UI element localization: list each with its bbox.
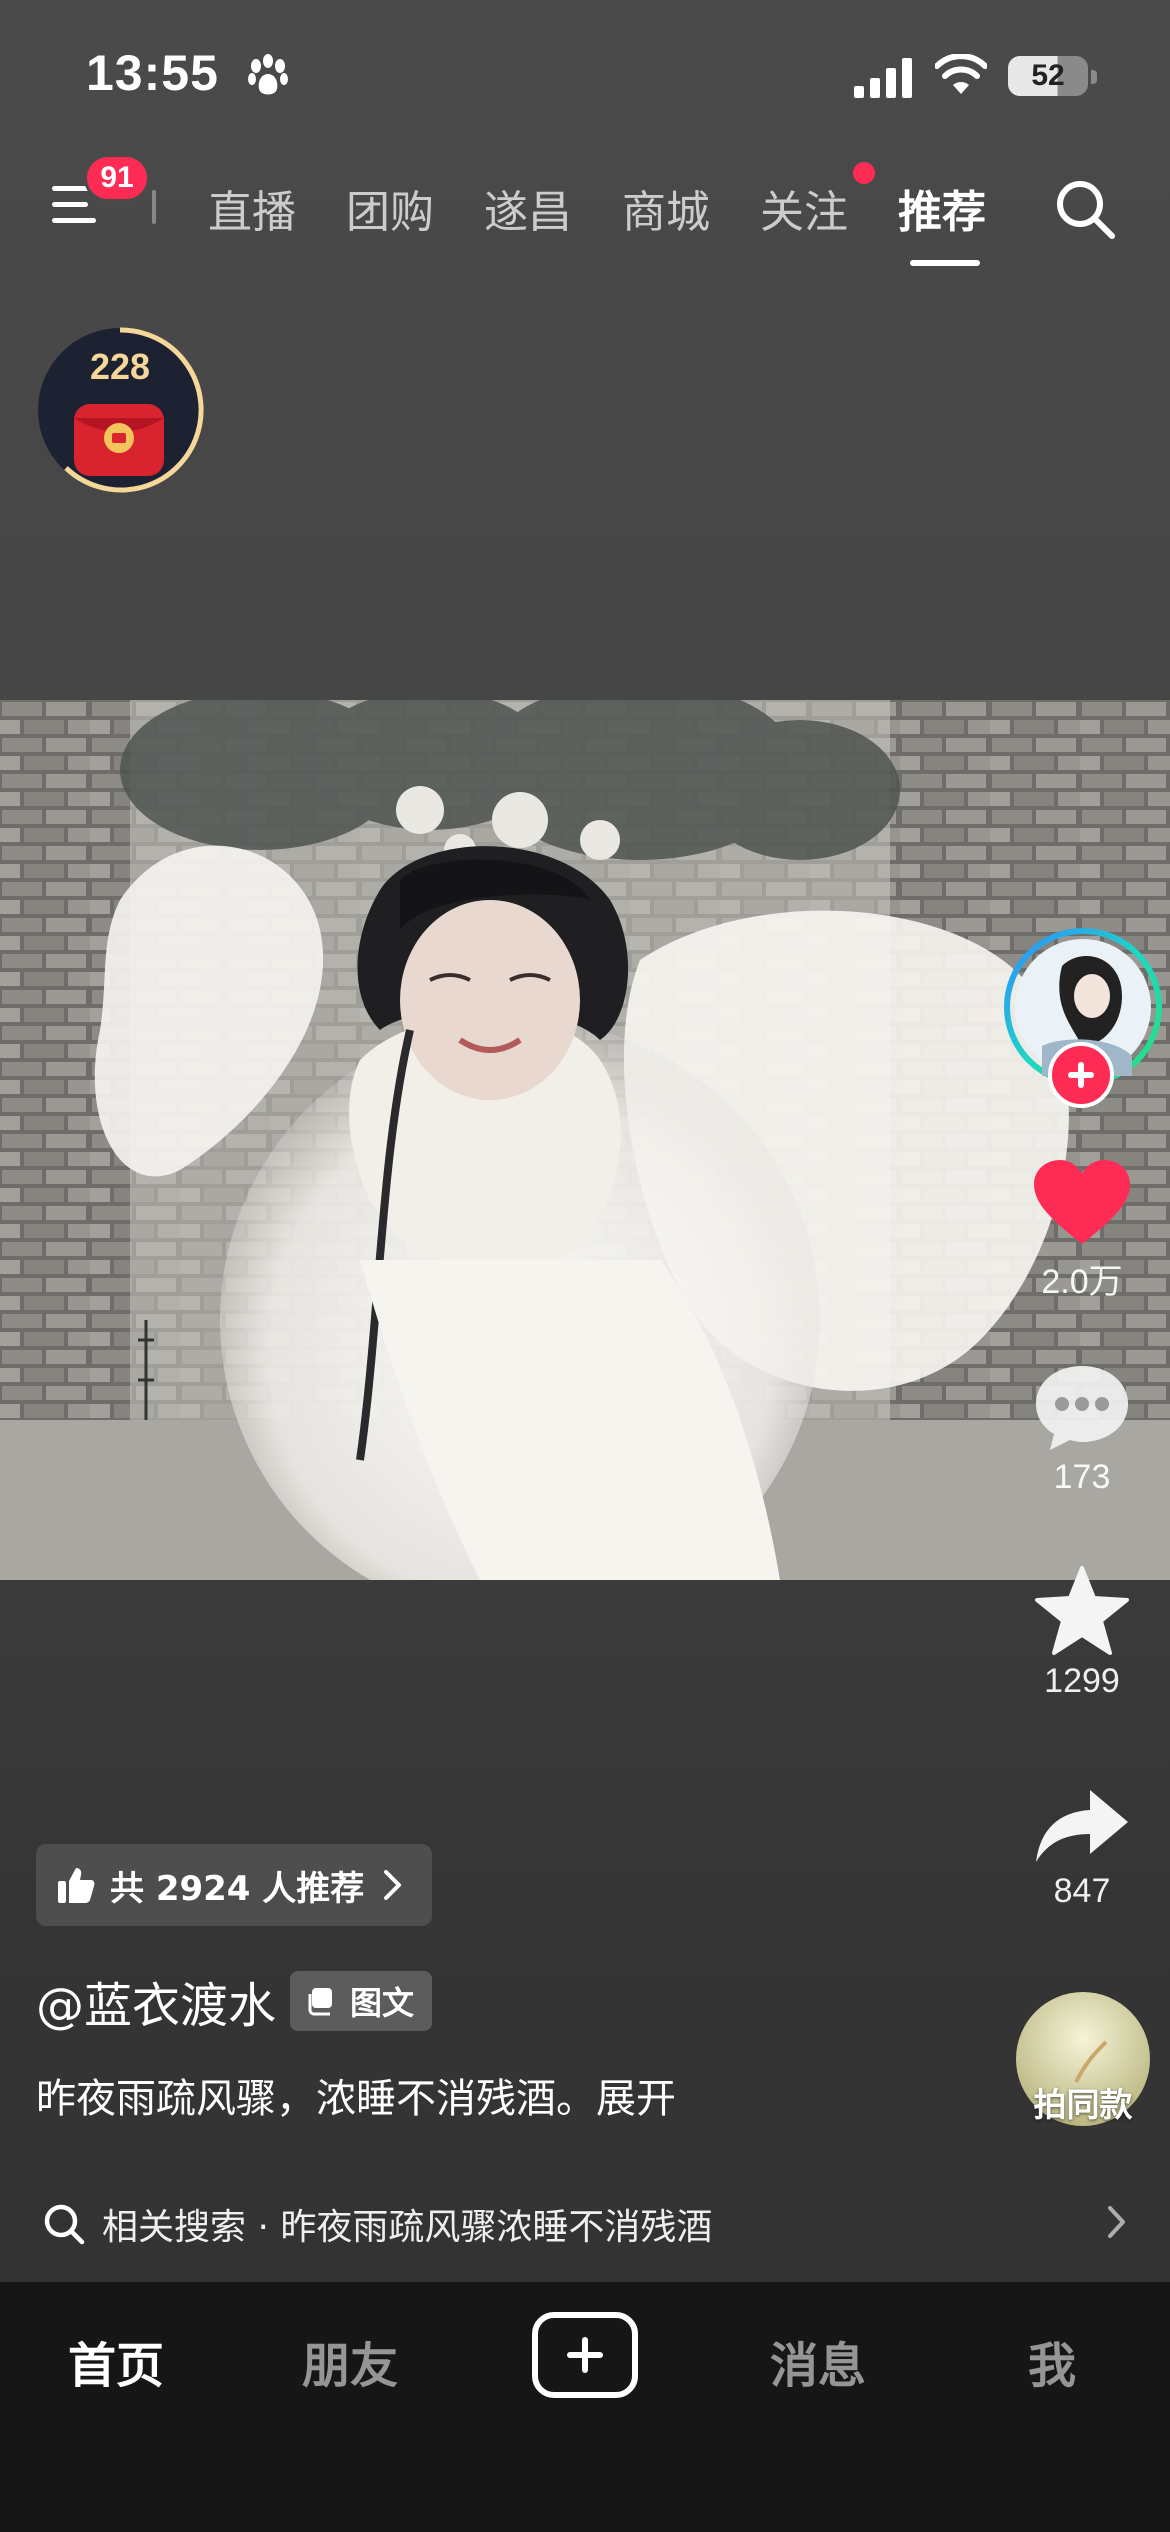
tab-me[interactable]: 我 <box>972 2326 1132 2396</box>
star-icon <box>1035 1566 1129 1655</box>
comment-count: 173 <box>1053 1458 1111 1496</box>
thumbs-up-icon <box>58 1868 95 1903</box>
bottom-tab-bar: 首页 朋友 消息 我 <box>0 2282 1170 2532</box>
image-text-icon <box>308 1988 333 2016</box>
post-image[interactable] <box>0 700 1170 1580</box>
comment-icon <box>1036 1366 1128 1450</box>
author-row: @蓝衣渡水 图文 <box>36 1966 433 2036</box>
top-nav: 91 直播 团购 遂昌 商城 关注 推荐 <box>0 154 1170 280</box>
chevron-right-icon <box>1108 2206 1125 2238</box>
tab-live[interactable]: 直播 <box>208 176 296 240</box>
tab-following[interactable]: 关注 <box>760 176 848 240</box>
tab-friends[interactable]: 朋友 <box>270 2326 430 2396</box>
like-count: 2.0万 <box>1041 1263 1123 1301</box>
plus-icon <box>1068 1062 1094 1088</box>
follow-button[interactable] <box>1048 1042 1114 1108</box>
share-count: 847 <box>1053 1872 1111 1910</box>
related-search-text: 相关搜索 · 昨夜雨疏风骤浓睡不消残酒 <box>102 2207 713 2248</box>
tab-mall[interactable]: 商城 <box>622 176 710 240</box>
status-time: 13:55 <box>86 45 219 101</box>
comment-action[interactable]: 173 <box>1020 1362 1144 1497</box>
red-packet-count: 228 <box>89 346 151 387</box>
related-search-bar[interactable]: 相关搜索 · 昨夜雨疏风骤浓睡不消残酒 <box>0 2184 1170 2264</box>
recommend-text: 共 2924 人推荐 <box>110 1868 365 1909</box>
battery-level: 52 <box>1031 59 1065 92</box>
tab-local[interactable]: 遂昌 <box>484 176 572 240</box>
active-tab-indicator <box>910 260 980 266</box>
favorite-action[interactable]: 1299 <box>1020 1566 1144 1701</box>
post-caption[interactable]: 昨夜雨疏风骤，浓睡不消残酒。展开 <box>36 2066 676 2124</box>
tab-recommend[interactable]: 推荐 <box>898 176 986 240</box>
battery-tip <box>1091 70 1097 84</box>
share-icon <box>1036 1790 1128 1862</box>
tab-group-buy[interactable]: 团购 <box>346 176 434 240</box>
red-packet-widget[interactable]: 228 <box>36 326 204 494</box>
like-action[interactable]: 2.0万 <box>1020 1158 1144 1303</box>
menu-badge: 91 <box>84 154 150 202</box>
battery-icon: 52 <box>1008 56 1088 96</box>
post-photo <box>0 700 1170 1580</box>
following-dot <box>853 162 875 184</box>
plus-icon <box>567 2337 603 2373</box>
wifi-icon <box>935 54 987 94</box>
post-type-label: 图文 <box>350 1984 415 2022</box>
tab-home[interactable]: 首页 <box>36 2326 196 2396</box>
favorite-count: 1299 <box>1044 1662 1120 1700</box>
chevron-right-icon <box>384 1870 402 1900</box>
create-button[interactable] <box>532 2312 638 2398</box>
status-bar: 13:55 52 <box>0 0 1170 150</box>
tab-messages[interactable]: 消息 <box>738 2326 898 2396</box>
author-name[interactable]: @蓝衣渡水 <box>36 1966 276 2036</box>
signal-icon <box>854 58 912 98</box>
paw-icon <box>248 54 288 95</box>
heart-icon <box>1034 1160 1130 1244</box>
recommend-pill[interactable]: 共 2924 人推荐 <box>36 1844 433 1926</box>
search-icon[interactable] <box>1052 176 1118 242</box>
search-icon <box>44 2204 85 2245</box>
share-action[interactable]: 847 <box>1020 1786 1144 1911</box>
remix-label[interactable]: 拍同款 <box>996 2078 1170 2126</box>
nav-divider <box>152 190 156 224</box>
post-type-badge: 图文 <box>290 1971 433 2031</box>
